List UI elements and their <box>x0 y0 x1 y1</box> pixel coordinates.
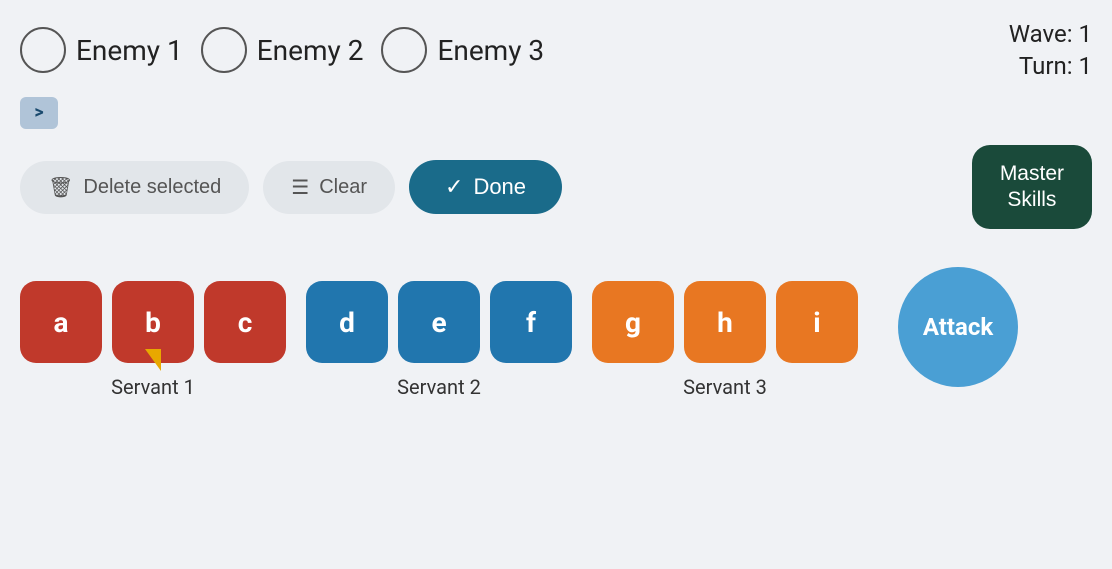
servant-1-cards: a b c <box>20 281 286 363</box>
servant-1-group: a b c Servant 1 <box>20 281 286 399</box>
card-b-label: b <box>145 306 161 339</box>
turn-label: Turn: 1 <box>1009 50 1092 82</box>
servant-3-card-i[interactable]: i <box>776 281 858 363</box>
trash-icon: 🗑 <box>48 175 73 200</box>
card-b-pointer <box>145 349 161 371</box>
enemy-1-item[interactable]: Enemy 1 <box>20 27 183 73</box>
servant-3-group: g h i Servant 3 <box>592 281 858 399</box>
done-button[interactable]: ✓ Done <box>409 160 562 214</box>
clear-button[interactable]: ☰ Clear <box>263 161 395 214</box>
enemy-1-label: Enemy 1 <box>76 34 183 67</box>
card-i-label: i <box>813 306 820 339</box>
card-c-label: c <box>238 306 253 339</box>
servant-1-name: Servant 1 <box>111 375 195 399</box>
servant-2-card-d[interactable]: d <box>306 281 388 363</box>
top-bar: Enemy 1 Enemy 2 Enemy 3 Wave: 1 Turn: 1 <box>0 0 1112 93</box>
servant-3-card-h[interactable]: h <box>684 281 766 363</box>
enemy-3-label: Enemy 3 <box>437 34 544 67</box>
lines-icon: ☰ <box>291 175 309 200</box>
servant-3-cards: g h i <box>592 281 858 363</box>
enemy-2-label: Enemy 2 <box>257 34 364 67</box>
servant-3-card-g[interactable]: g <box>592 281 674 363</box>
card-h-label: h <box>717 306 733 339</box>
servant-1-card-a[interactable]: a <box>20 281 102 363</box>
delete-selected-button[interactable]: 🗑 Delete selected <box>20 161 249 214</box>
servant-1-card-c[interactable]: c <box>204 281 286 363</box>
delete-label: Delete selected <box>83 176 221 199</box>
wave-label: Wave: 1 <box>1009 18 1092 50</box>
servant-2-card-f[interactable]: f <box>490 281 572 363</box>
servant-2-name: Servant 2 <box>397 375 481 399</box>
clear-label: Clear <box>319 176 367 199</box>
servant-3-name: Servant 3 <box>683 375 767 399</box>
servant-1-card-b[interactable]: b <box>112 281 194 363</box>
arrow-icon: > <box>34 102 43 123</box>
wave-turn-info: Wave: 1 Turn: 1 <box>1009 18 1092 83</box>
card-f-label: f <box>526 306 536 339</box>
servant-2-group: d e f Servant 2 <box>306 281 572 399</box>
master-skills-button[interactable]: MasterSkills <box>972 145 1092 230</box>
servants-area: a b c Servant 1 d e f Servant 2 <box>0 237 1112 419</box>
done-label: Done <box>473 174 526 200</box>
attack-label: Attack <box>923 313 993 341</box>
arrow-button[interactable]: > <box>20 97 58 129</box>
enemy-1-circle[interactable] <box>20 27 66 73</box>
card-g-label: g <box>625 306 641 339</box>
enemy-3-item[interactable]: Enemy 3 <box>381 27 544 73</box>
master-skills-label: MasterSkills <box>1000 162 1064 211</box>
enemy-3-circle[interactable] <box>381 27 427 73</box>
card-d-label: d <box>339 306 355 339</box>
checkmark-icon: ✓ <box>445 174 463 200</box>
action-bar: 🗑 Delete selected ☰ Clear ✓ Done MasterS… <box>0 137 1112 238</box>
enemy-2-item[interactable]: Enemy 2 <box>201 27 364 73</box>
card-a-label: a <box>54 306 69 339</box>
servant-2-card-e[interactable]: e <box>398 281 480 363</box>
servant-2-cards: d e f <box>306 281 572 363</box>
enemy-2-circle[interactable] <box>201 27 247 73</box>
attack-button[interactable]: Attack <box>898 267 1018 387</box>
card-e-label: e <box>431 306 446 339</box>
